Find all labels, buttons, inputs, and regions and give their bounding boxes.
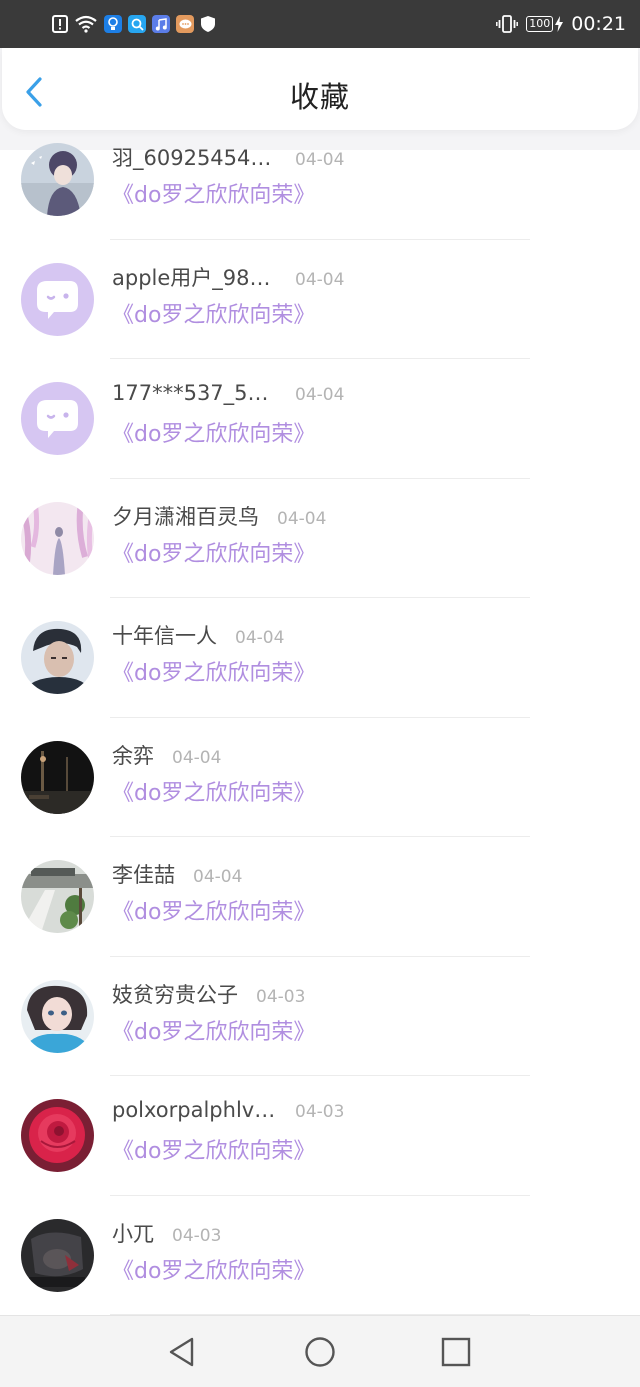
header: 收藏 — [2, 48, 638, 130]
item-meta: 177***537_571... 04-04 — [112, 381, 344, 405]
favorites-list: 羽_609254549... 04-04 《do罗之欣欣向荣》 apple用户_ — [0, 130, 640, 1315]
item-date: 04-04 — [295, 150, 345, 170]
wisteria-avatar[interactable] — [21, 501, 94, 575]
item-date: 04-03 — [295, 1102, 345, 1122]
app-search-icon — [128, 15, 146, 33]
list-item[interactable]: polxorpalphlva... 04-03 《do罗之欣欣向荣》 — [0, 1076, 640, 1196]
user-name: polxorpalphlva... — [112, 1098, 277, 1122]
user-name: 十年信一人 — [112, 624, 217, 648]
item-meta: apple用户_988... 04-04 — [112, 262, 344, 292]
user-name: 羽_609254549... — [112, 146, 277, 170]
street-avatar[interactable] — [21, 860, 94, 933]
user-name: 177***537_571... — [112, 381, 277, 405]
triangle-back-icon — [169, 1337, 194, 1367]
default-chat-avatar[interactable] — [21, 382, 94, 455]
book-title-link[interactable]: 《do罗之欣欣向荣》 — [112, 1133, 315, 1165]
page-title: 收藏 — [289, 80, 350, 114]
nav-back-button[interactable] — [166, 1336, 198, 1368]
list-item[interactable]: apple用户_988... 04-04 《do罗之欣欣向荣》 — [0, 240, 640, 360]
charging-icon — [555, 16, 564, 32]
list-item[interactable]: 十年信一人 04-04 《do罗之欣欣向荣》 — [0, 598, 640, 718]
item-date: 04-04 — [295, 269, 345, 290]
item-meta: 夕月潇湘百灵鸟 04-04 — [112, 501, 326, 531]
system-nav-bar — [0, 1315, 640, 1387]
wifi-icon — [74, 15, 98, 33]
anime-boy-avatar[interactable] — [21, 143, 94, 216]
status-right-icons: 100 00:21 — [496, 12, 626, 36]
nav-home-button[interactable] — [304, 1336, 336, 1368]
user-name: 余弈 — [112, 743, 154, 768]
item-date: 04-04 — [193, 867, 243, 887]
app-chat-icon — [176, 15, 194, 33]
book-title-link[interactable]: 《do罗之欣欣向荣》 — [112, 655, 315, 687]
night-city-avatar[interactable] — [21, 740, 94, 814]
status-time: 00:21 — [571, 13, 626, 35]
portrait-avatar[interactable] — [21, 621, 94, 694]
book-title-link[interactable]: 《do罗之欣欣向荣》 — [112, 536, 315, 568]
book-title-link[interactable]: 《do罗之欣欣向荣》 — [112, 177, 315, 209]
rose-avatar[interactable] — [21, 1099, 94, 1172]
list-item[interactable]: 羽_609254549... 04-04 《do罗之欣欣向荣》 — [0, 130, 640, 240]
status-left-icons — [52, 12, 216, 36]
list-item[interactable]: 夕月潇湘百灵鸟 04-04 《do罗之欣欣向荣》 — [0, 479, 640, 599]
status-bar: 100 00:21 — [0, 0, 640, 48]
item-date: 04-04 — [235, 628, 285, 648]
vibrate-icon — [496, 15, 519, 33]
book-title-link[interactable]: 《do罗之欣欣向荣》 — [112, 1253, 315, 1285]
item-meta: 十年信一人 04-04 — [112, 620, 284, 650]
book-title-link[interactable]: 《do罗之欣欣向荣》 — [112, 775, 315, 807]
circle-home-icon — [305, 1337, 335, 1367]
user-name: apple用户_988... — [112, 265, 277, 290]
app-bulb-icon — [104, 15, 122, 33]
app-music-icon — [152, 15, 170, 33]
nav-recents-button[interactable] — [440, 1336, 472, 1368]
shield-icon — [200, 15, 216, 33]
book-title-link[interactable]: 《do罗之欣欣向荣》 — [112, 297, 315, 329]
book-title-link[interactable]: 《do罗之欣欣向荣》 — [112, 416, 315, 448]
battery-icon: 100 — [526, 16, 554, 32]
item-date: 04-04 — [277, 508, 327, 529]
square-recents-icon — [441, 1337, 471, 1367]
user-name: 小兀 — [112, 1221, 154, 1246]
list-item[interactable]: 小兀 04-03 《do罗之欣欣向荣》 — [0, 1196, 640, 1316]
user-name: 夕月潇湘百灵鸟 — [112, 504, 259, 529]
list-item[interactable]: 李佳喆 04-04 《do罗之欣欣向荣》 — [0, 837, 640, 957]
alert-icon — [52, 15, 68, 33]
item-date: 04-04 — [172, 747, 222, 768]
user-name: 妓贫穷贵公子 — [112, 982, 238, 1007]
item-meta: 妓贫穷贵公子 04-03 — [112, 979, 305, 1009]
item-meta: 余弈 04-04 — [112, 740, 221, 770]
item-meta: 李佳喆 04-04 — [112, 859, 242, 889]
default-chat-avatar[interactable] — [21, 262, 94, 336]
book-title-link[interactable]: 《do罗之欣欣向荣》 — [112, 1014, 315, 1046]
list-item[interactable]: 余弈 04-04 《do罗之欣欣向荣》 — [0, 718, 640, 838]
item-meta: polxorpalphlva... 04-03 — [112, 1098, 344, 1122]
item-date: 04-03 — [256, 986, 306, 1007]
item-date: 04-03 — [172, 1225, 222, 1246]
list-item[interactable]: 177***537_571... 04-04 《do罗之欣欣向荣》 — [0, 359, 640, 479]
item-meta: 小兀 04-03 — [112, 1218, 221, 1248]
book-title-link[interactable]: 《do罗之欣欣向荣》 — [112, 894, 315, 926]
screen: 100 00:21 收藏 羽_609254549... 04-04 《do罗之欣… — [0, 0, 640, 1387]
item-meta: 羽_609254549... 04-04 — [112, 142, 344, 172]
girl-avatar[interactable] — [21, 979, 94, 1053]
item-date: 04-04 — [295, 385, 345, 405]
user-name: 李佳喆 — [112, 863, 175, 887]
list-item[interactable]: 妓贫穷贵公子 04-03 《do罗之欣欣向荣》 — [0, 957, 640, 1077]
dark-photo-avatar[interactable] — [21, 1218, 94, 1292]
